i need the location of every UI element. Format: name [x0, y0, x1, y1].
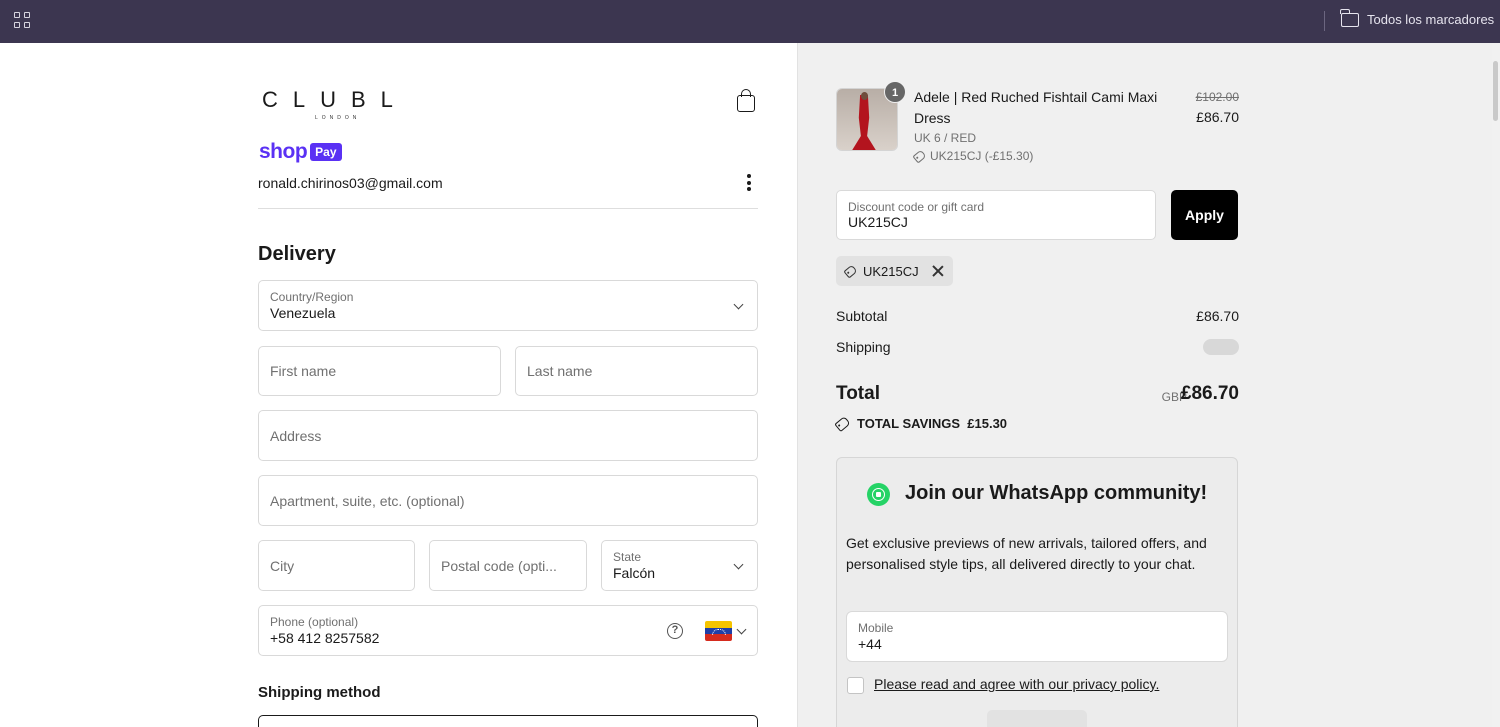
chevron-down-icon[interactable] — [736, 624, 747, 635]
last-name-placeholder: Last name — [527, 363, 593, 379]
postal-code-placeholder: Postal code (opti... — [441, 557, 557, 574]
applied-discount-code: UK215CJ — [863, 263, 919, 279]
remove-discount-icon[interactable] — [932, 265, 944, 277]
order-summary-column: 1 Adele | Red Ruched Fishtail Cami Maxi … — [797, 43, 1492, 727]
privacy-policy-checkbox[interactable] — [847, 677, 864, 694]
state-value: Falcón — [613, 565, 656, 581]
discount-code-label: Discount code or gift card — [848, 200, 985, 214]
venezuela-flag-icon[interactable] — [705, 621, 732, 641]
delivery-heading: Delivery — [258, 243, 336, 265]
discount-code-value: UK215CJ — [848, 214, 908, 230]
last-name-field[interactable]: Last name — [515, 346, 758, 396]
postal-code-field[interactable]: Postal code (opti... — [429, 540, 587, 591]
more-options-icon[interactable] — [744, 174, 754, 192]
first-name-field[interactable]: First name — [258, 346, 501, 396]
product-variant: UK 6 / RED — [914, 131, 977, 145]
shop-pay-badge: Pay — [310, 143, 342, 161]
apartment-placeholder: Apartment, suite, etc. (optional) — [270, 492, 465, 509]
shipping-method-heading: Shipping method — [258, 684, 381, 701]
discounted-price: £86.70 — [1196, 109, 1239, 125]
subtotal-value: £86.70 — [1196, 308, 1239, 324]
state-select[interactable]: State Falcón — [601, 540, 758, 591]
checkout-form-column: CLUBL LONDON shop Pay ronald.chirinos03@… — [0, 43, 797, 727]
mobile-input[interactable]: Mobile +44 — [846, 611, 1228, 662]
discount-code-input[interactable]: Discount code or gift card UK215CJ — [836, 190, 1156, 240]
whatsapp-submit-button[interactable] — [987, 710, 1087, 727]
product-name: Adele | Red Ruched Fishtail Cami Maxi Dr… — [914, 89, 1158, 126]
first-name-placeholder: First name — [270, 363, 337, 379]
tag-icon — [843, 264, 858, 278]
mobile-label: Mobile — [858, 621, 894, 635]
city-field[interactable]: City — [258, 540, 415, 591]
page-scrollbar[interactable] — [1492, 43, 1500, 727]
applied-discount-chip: UK215CJ — [836, 256, 953, 286]
shop-pay-logo: shop Pay — [259, 140, 342, 164]
product-discount-text: UK215CJ (-£15.30) — [930, 149, 1034, 163]
city-placeholder: City — [270, 557, 295, 574]
scrollbar-thumb[interactable] — [1493, 61, 1498, 121]
whatsapp-icon — [867, 483, 890, 506]
mobile-value: +44 — [858, 636, 882, 652]
shipping-label: Shipping — [836, 339, 891, 355]
phone-label: Phone (optional) — [270, 615, 359, 629]
total-savings-text: TOTAL SAVINGS £15.30 — [857, 416, 1008, 431]
phone-value: +58 412 8257582 — [270, 630, 380, 646]
store-logo[interactable]: CLUBL — [262, 87, 408, 113]
shipping-method-box[interactable] — [258, 715, 758, 727]
address-placeholder: Address — [270, 427, 322, 444]
apps-grid-icon[interactable] — [14, 12, 32, 30]
folder-icon — [1340, 8, 1359, 27]
apartment-field[interactable]: Apartment, suite, etc. (optional) — [258, 475, 758, 526]
bookmarks-separator — [1324, 11, 1325, 31]
country-select[interactable]: Country/Region Venezuela — [258, 280, 758, 331]
shipping-loading-placeholder — [1203, 339, 1239, 355]
address-field[interactable]: Address — [258, 410, 758, 461]
all-bookmarks-label: Todos los marcadores — [1367, 12, 1495, 27]
country-label: Country/Region — [270, 290, 354, 304]
shopping-bag-icon[interactable] — [737, 89, 755, 112]
all-bookmarks-folder[interactable]: Todos los marcadores — [1340, 8, 1495, 27]
whatsapp-title: Join our WhatsApp community! — [905, 482, 1208, 504]
apply-button[interactable]: Apply — [1171, 190, 1238, 240]
country-value: Venezuela — [270, 305, 336, 321]
phone-field[interactable]: Phone (optional) +58 412 8257582 ? — [258, 605, 758, 656]
original-price: £102.00 — [1195, 90, 1239, 104]
chevron-down-icon — [733, 559, 744, 570]
quantity-badge: 1 — [884, 81, 906, 103]
total-value: £86.70 — [1180, 383, 1239, 404]
store-logo-subtitle: LONDON — [315, 115, 361, 121]
section-divider — [258, 208, 758, 209]
whatsapp-signup-card: Join our WhatsApp community! Get exclusi… — [836, 457, 1238, 727]
tag-icon — [912, 149, 927, 163]
total-savings: TOTAL SAVINGS £15.30 — [834, 415, 1008, 432]
savings-tag-icon — [834, 415, 851, 432]
chevron-down-icon — [733, 299, 744, 310]
account-email: ronald.chirinos03@gmail.com — [258, 175, 443, 191]
privacy-policy-link[interactable]: Please read and agree with our privacy p… — [874, 676, 1159, 692]
product-discount: UK215CJ (-£15.30) — [912, 149, 1034, 163]
bookmarks-bar: Todos los marcadores — [0, 0, 1500, 43]
help-icon[interactable]: ? — [667, 623, 683, 639]
subtotal-label: Subtotal — [836, 308, 888, 324]
whatsapp-description: Get exclusive previews of new arrivals, … — [846, 535, 1207, 572]
shop-pay-word: shop — [259, 140, 308, 163]
total-label: Total — [836, 383, 880, 404]
state-label: State — [613, 550, 642, 564]
